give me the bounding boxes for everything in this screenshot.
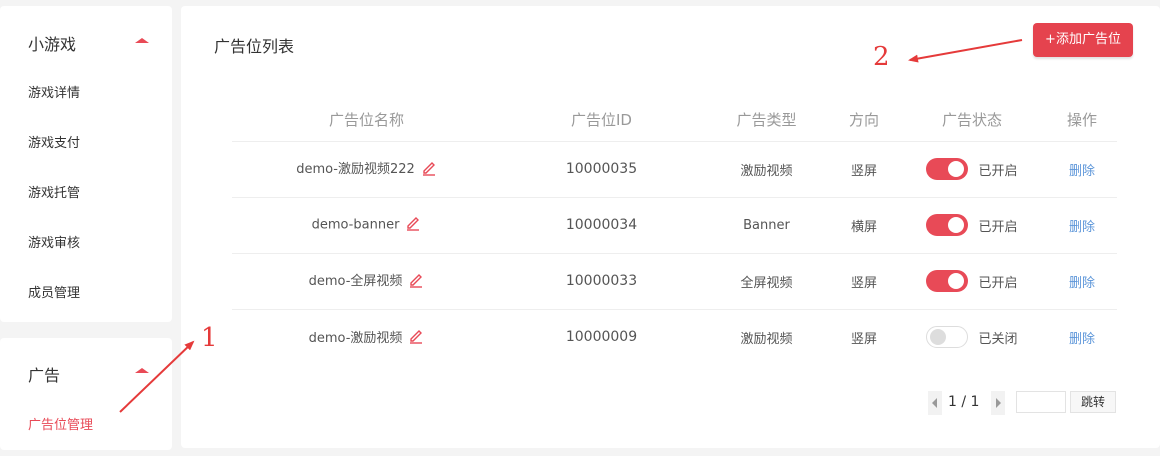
status-cell: 已开启	[897, 253, 1047, 310]
status-toggle[interactable]	[926, 326, 969, 349]
add-ad-slot-button[interactable]: +添加广告位	[1033, 23, 1133, 57]
ad-type-cell: 激励视频	[702, 309, 831, 365]
status-text: 已开启	[978, 163, 1018, 179]
edit-icon[interactable]	[405, 215, 421, 235]
next-page-icon[interactable]	[991, 391, 1005, 415]
caret-up-icon[interactable]	[135, 368, 149, 373]
status-text: 已开启	[978, 275, 1018, 291]
sidebar-item-game-review[interactable]: 游戏审核	[28, 232, 80, 251]
status-cell: 已关闭	[897, 309, 1047, 365]
ad-slot-id: 10000034	[565, 217, 638, 233]
ad-slot-id: 10000035	[565, 161, 638, 177]
toggle-knob	[948, 161, 965, 177]
orientation: 横屏	[850, 219, 877, 235]
ad-slot-name-cell: demo-banner	[232, 197, 501, 254]
edit-icon[interactable]	[408, 328, 424, 348]
annotation-label-2: 2	[873, 42, 890, 72]
ad-type: 激励视频	[740, 331, 793, 347]
table-header-row: 广告位名称 广告位ID 广告类型 方向 广告状态 操作	[232, 98, 1117, 142]
orientation-cell: 竖屏	[831, 141, 897, 198]
action-cell: 删除	[1047, 253, 1117, 310]
ad-type: Banner	[743, 217, 790, 233]
ad-slot-name: demo-激励视频222	[296, 162, 415, 178]
sidebar-item-game-hosting[interactable]: 游戏托管	[28, 182, 80, 201]
ad-type-cell: Banner	[702, 197, 831, 254]
status-toggle[interactable]	[926, 158, 969, 180]
delete-link[interactable]: 删除	[1069, 220, 1095, 235]
toggle-knob	[930, 329, 947, 346]
ad-slot-table: 广告位名称 广告位ID 广告类型 方向 广告状态 操作 demo-激励视频222…	[232, 98, 1117, 365]
ad-type-cell: 激励视频	[702, 141, 831, 198]
sidebar-ads-card: 广告 广告位管理	[0, 338, 172, 450]
column-header-orientation: 方向	[831, 98, 897, 142]
main-panel: 广告位列表 +添加广告位 广告位名称 广告位ID 广告类型 方向 广告状态 操作…	[181, 6, 1160, 448]
delete-link[interactable]: 删除	[1069, 164, 1095, 179]
sidebar-item-game-details[interactable]: 游戏详情	[28, 82, 80, 101]
column-header-status: 广告状态	[897, 98, 1047, 142]
page-info: 1 / 1	[948, 394, 980, 410]
toggle-knob	[948, 273, 965, 289]
ad-slot-id-cell: 10000034	[501, 197, 702, 254]
sidebar-section-title-ads[interactable]: 广告	[28, 362, 60, 386]
status-toggle[interactable]	[926, 214, 969, 236]
jump-button[interactable]: 跳转	[1070, 391, 1116, 413]
orientation-cell: 竖屏	[831, 253, 897, 310]
delete-link[interactable]: 删除	[1069, 276, 1095, 291]
orientation-cell: 竖屏	[831, 309, 897, 365]
ad-slot-name-cell: demo-激励视频	[232, 309, 501, 365]
ad-slot-name-cell: demo-全屏视频	[232, 253, 501, 310]
page-number-input[interactable]	[1016, 391, 1066, 413]
ad-slot-id: 10000033	[565, 273, 638, 289]
orientation-cell: 横屏	[831, 197, 897, 254]
table-row: demo-全屏视频 10000033 全屏视频 竖屏 已开启 删除	[232, 253, 1117, 310]
ad-slot-id-cell: 10000033	[501, 253, 702, 310]
edit-icon[interactable]	[421, 160, 437, 180]
action-cell: 删除	[1047, 141, 1117, 198]
ad-slot-name: demo-全屏视频	[308, 274, 403, 290]
status-toggle[interactable]	[926, 270, 969, 292]
status-text: 已关闭	[978, 331, 1018, 347]
annotation-label-1: 1	[201, 323, 218, 353]
sidebar-item-member-management[interactable]: 成员管理	[28, 282, 80, 301]
ad-type: 全屏视频	[740, 275, 793, 291]
status-cell: 已开启	[897, 197, 1047, 254]
orientation: 竖屏	[850, 275, 877, 291]
ad-slot-id-cell: 10000009	[501, 309, 702, 365]
edit-icon[interactable]	[408, 272, 424, 292]
column-header-id: 广告位ID	[501, 98, 702, 142]
ad-type: 激励视频	[740, 163, 793, 179]
table-row: demo-激励视频222 10000035 激励视频 竖屏 已开启 删除	[232, 141, 1117, 198]
table-row: demo-激励视频 10000009 激励视频 竖屏 已关闭 删除	[232, 309, 1117, 365]
column-header-action: 操作	[1047, 98, 1117, 142]
ad-slot-name: demo-激励视频	[308, 330, 403, 346]
sidebar-item-game-payment[interactable]: 游戏支付	[28, 132, 80, 151]
ad-slot-id-cell: 10000035	[501, 141, 702, 198]
ad-slot-name: demo-banner	[311, 217, 400, 233]
table-row: demo-banner 10000034 Banner 横屏 已开启 删除	[232, 197, 1117, 254]
sidebar-section-title-games[interactable]: 小游戏	[28, 31, 76, 55]
sidebar-games-card: 小游戏 游戏详情 游戏支付 游戏托管 游戏审核 成员管理	[0, 6, 172, 322]
ad-type-cell: 全屏视频	[702, 253, 831, 310]
action-cell: 删除	[1047, 309, 1117, 365]
action-cell: 删除	[1047, 197, 1117, 254]
sidebar-item-ad-slot-management[interactable]: 广告位管理	[28, 414, 93, 433]
status-text: 已开启	[978, 219, 1018, 235]
caret-up-icon[interactable]	[135, 38, 149, 43]
column-header-name: 广告位名称	[232, 98, 501, 142]
prev-page-icon[interactable]	[928, 391, 942, 415]
orientation: 竖屏	[850, 331, 877, 347]
page-title: 广告位列表	[214, 37, 295, 56]
delete-link[interactable]: 删除	[1069, 332, 1095, 347]
toggle-knob	[948, 217, 965, 233]
column-header-type: 广告类型	[702, 98, 831, 142]
orientation: 竖屏	[850, 163, 877, 179]
status-cell: 已开启	[897, 141, 1047, 198]
ad-slot-name-cell: demo-激励视频222	[232, 141, 501, 198]
ad-slot-id: 10000009	[565, 329, 638, 346]
